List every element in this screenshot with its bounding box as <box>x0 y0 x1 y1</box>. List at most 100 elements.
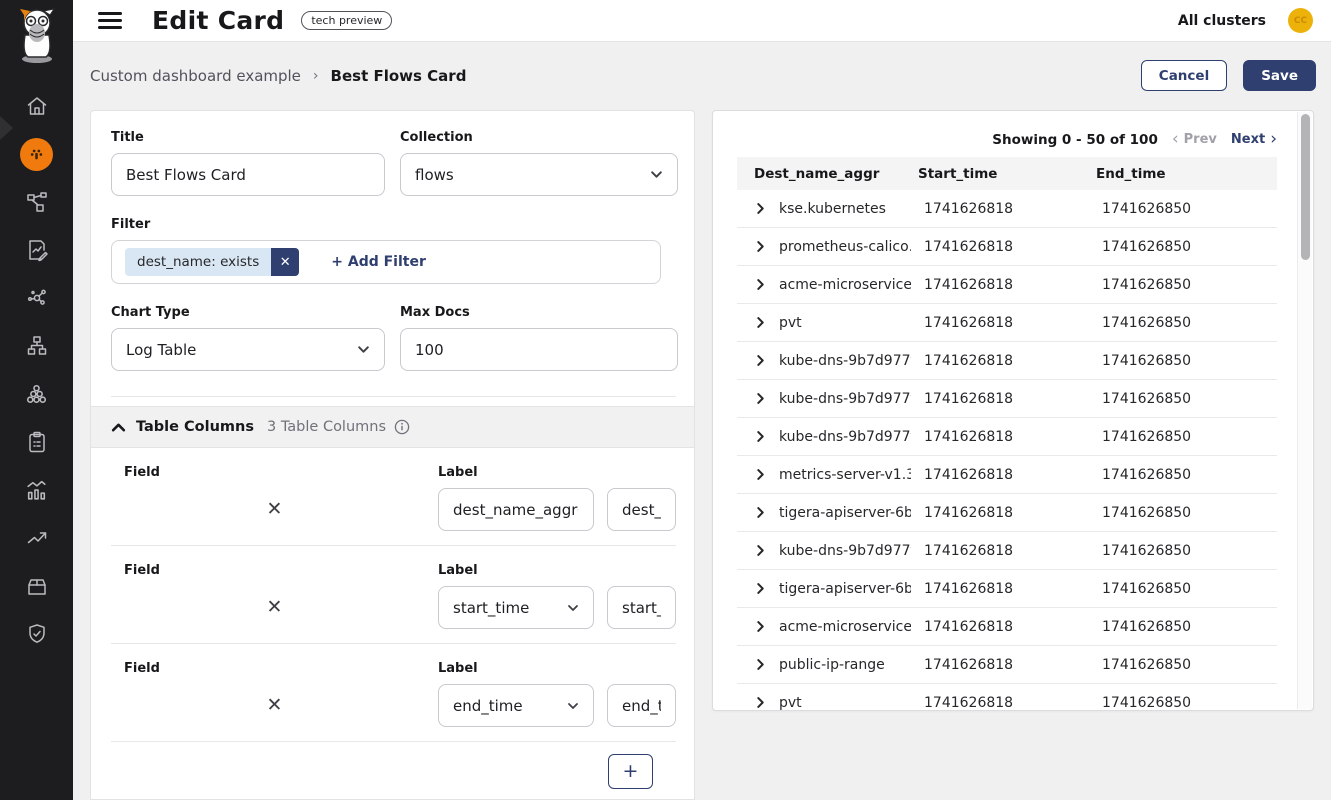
sidebar-item-inventory[interactable] <box>0 562 73 610</box>
table-row[interactable]: prometheus-calico… 1741626818 1741626850 <box>737 228 1277 266</box>
document-edit-icon <box>25 238 49 262</box>
remove-column-icon[interactable]: ✕ <box>267 598 283 617</box>
table-row[interactable]: public-ip-range 1741626818 1741626850 <box>737 646 1277 684</box>
table-row[interactable]: kube-dns-9b7d977f… 1741626818 1741626850 <box>737 418 1277 456</box>
field-value: start_time <box>453 599 529 617</box>
filter-chip-remove-icon[interactable]: ✕ <box>271 248 299 276</box>
info-icon[interactable] <box>394 419 410 435</box>
table-row[interactable]: pvt 1741626818 1741626850 <box>737 684 1277 711</box>
row-dest: kse.kubernetes <box>779 201 886 217</box>
table-row[interactable]: tigera-apiserver-6b… 1741626818 17416268… <box>737 494 1277 532</box>
chart-type-label: Chart Type <box>111 305 385 320</box>
cluster-selector[interactable]: All clusters <box>1178 13 1266 29</box>
calico-logo[interactable] <box>0 0 73 72</box>
row-end: 1741626850 <box>1096 467 1277 483</box>
sidebar-item-service-topology[interactable] <box>0 178 73 226</box>
title-input[interactable] <box>111 153 385 196</box>
row-dest: kube-dns-9b7d977f… <box>779 429 911 445</box>
topbar: Edit Card tech preview All clusters cc <box>73 0 1331 42</box>
add-filter-button[interactable]: + Add Filter <box>331 254 426 270</box>
sidebar-item-trends[interactable] <box>0 514 73 562</box>
dashboard-icon <box>20 138 53 171</box>
field-value: end_time <box>453 697 523 715</box>
breadcrumb-parent[interactable]: Custom dashboard example <box>90 67 301 85</box>
table-row[interactable]: pvt 1741626818 1741626850 <box>737 304 1277 342</box>
collection-label: Collection <box>400 130 678 145</box>
label-label: Label <box>438 661 594 676</box>
table-columns-header[interactable]: Table Columns 3 Table Columns <box>91 406 694 448</box>
row-start: 1741626818 <box>918 391 1096 407</box>
table-row[interactable]: metrics-server-v1.3… 1741626818 17416268… <box>737 456 1277 494</box>
table-row[interactable]: kube-dns-9b7d977f… 1741626818 1741626850 <box>737 380 1277 418</box>
label-input[interactable] <box>607 488 676 531</box>
expand-row-icon[interactable] <box>755 469 766 480</box>
sidebar-item-clusters[interactable] <box>0 370 73 418</box>
row-dest: kube-dns-9b7d977f… <box>779 391 911 407</box>
cancel-button[interactable]: Cancel <box>1141 60 1227 91</box>
label-label: Label <box>438 465 594 480</box>
collection-select[interactable]: flows <box>400 153 678 196</box>
calico-cat-icon <box>12 7 62 65</box>
chart-type-select[interactable]: Log Table <box>111 328 385 371</box>
expand-row-icon[interactable] <box>755 545 766 556</box>
table-row[interactable]: acme-microservice… 1741626818 1741626850 <box>737 608 1277 646</box>
sitemap-icon <box>25 334 49 358</box>
avatar[interactable]: cc <box>1288 8 1313 33</box>
expand-row-icon[interactable] <box>755 659 766 670</box>
table-row[interactable]: tigera-apiserver-6b… 1741626818 17416268… <box>737 570 1277 608</box>
expand-row-icon[interactable] <box>755 621 766 632</box>
sidebar-item-security[interactable] <box>0 610 73 658</box>
table-row[interactable]: kube-dns-9b7d977f… 1741626818 1741626850 <box>737 532 1277 570</box>
max-docs-input[interactable] <box>400 328 678 371</box>
remove-column-icon[interactable]: ✕ <box>267 696 283 715</box>
row-end: 1741626850 <box>1096 391 1277 407</box>
expand-row-icon[interactable] <box>755 241 766 252</box>
filter-input-area[interactable]: dest_name: exists ✕ + Add Filter <box>111 240 661 284</box>
table-body: kse.kubernetes 1741626818 1741626850 pro… <box>737 190 1277 711</box>
sidebar-item-sitemap[interactable] <box>0 322 73 370</box>
next-button[interactable]: Next› <box>1231 131 1277 148</box>
expand-row-icon[interactable] <box>755 355 766 366</box>
expand-row-icon[interactable] <box>755 583 766 594</box>
label-input[interactable] <box>607 586 676 629</box>
expand-row-icon[interactable] <box>755 393 766 404</box>
expand-row-icon[interactable] <box>755 431 766 442</box>
row-dest: pvt <box>779 695 802 711</box>
column-header-dest: Dest_name_aggr <box>737 166 918 182</box>
shield-check-icon <box>25 622 49 646</box>
column-row: Field Label end_time ✕ <box>111 644 676 742</box>
filter-chip-text: dest_name: exists <box>125 248 271 276</box>
sidebar-item-compliance[interactable] <box>0 418 73 466</box>
expand-row-icon[interactable] <box>755 697 766 708</box>
clipboard-icon <box>25 430 49 454</box>
field-select[interactable]: end_time <box>438 684 594 727</box>
expand-row-icon[interactable] <box>755 317 766 328</box>
topology-icon <box>25 190 49 214</box>
sidebar-item-service-graph[interactable] <box>0 274 73 322</box>
sidebar-item-reports[interactable] <box>0 226 73 274</box>
table-row[interactable]: kse.kubernetes 1741626818 1741626850 <box>737 190 1277 228</box>
save-button[interactable]: Save <box>1243 60 1316 91</box>
expand-row-icon[interactable] <box>755 507 766 518</box>
menu-toggle-icon[interactable] <box>98 12 122 29</box>
expand-row-icon[interactable] <box>755 203 766 214</box>
cluster-icon <box>24 382 49 407</box>
column-row: Field Label start_time ✕ <box>111 546 676 644</box>
table-row[interactable]: acme-microservice… 1741626818 1741626850 <box>737 266 1277 304</box>
collapse-caret-icon[interactable] <box>111 420 126 435</box>
row-dest: kube-dns-9b7d977f… <box>779 543 911 559</box>
vertical-scrollbar[interactable] <box>1297 112 1312 709</box>
label-input[interactable] <box>607 684 676 727</box>
table-row[interactable]: kube-dns-9b7d977f… 1741626818 1741626850 <box>737 342 1277 380</box>
add-column-button[interactable]: + <box>608 754 653 789</box>
row-start: 1741626818 <box>918 353 1096 369</box>
row-start: 1741626818 <box>918 657 1096 673</box>
remove-column-icon[interactable]: ✕ <box>267 500 283 519</box>
scrollbar-thumb[interactable] <box>1301 114 1310 260</box>
expand-row-icon[interactable] <box>755 279 766 290</box>
field-select[interactable]: dest_name_aggr <box>438 488 594 531</box>
row-end: 1741626850 <box>1096 543 1277 559</box>
field-select[interactable]: start_time <box>438 586 594 629</box>
sidebar-item-analytics[interactable] <box>0 466 73 514</box>
prev-button[interactable]: ‹Prev <box>1172 131 1217 148</box>
